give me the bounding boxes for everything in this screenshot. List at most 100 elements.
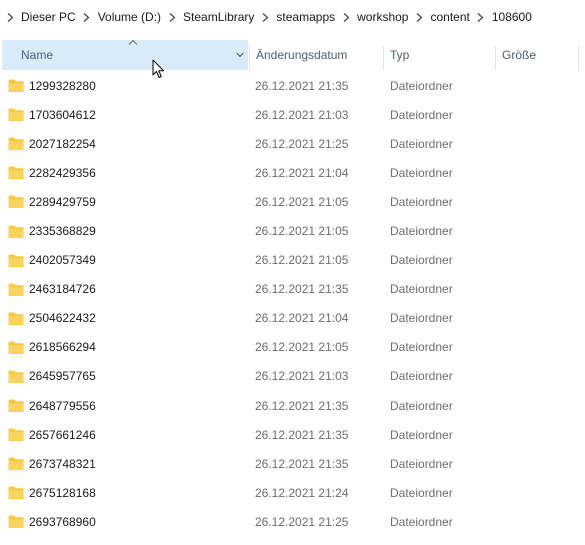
type-cell: Dateiordner (390, 311, 453, 326)
table-row[interactable]: 2645957765 26.12.2021 21:03 Dateiordner (0, 362, 585, 391)
file-name: 2463184726 (29, 282, 96, 297)
breadcrumb-item[interactable]: steamapps (273, 10, 338, 24)
type-cell: Dateiordner (390, 136, 453, 151)
chevron-right-icon[interactable] (2, 12, 18, 22)
date-cell: 26.12.2021 21:05 (255, 224, 349, 239)
date-cell: 26.12.2021 21:25 (255, 514, 349, 529)
type-cell: Dateiordner (390, 282, 453, 297)
table-row[interactable]: 1299328280 26.12.2021 21:35 Dateiordner (0, 71, 585, 100)
name-cell: 2673748321 (8, 457, 96, 471)
folder-icon (8, 225, 24, 238)
file-name: 2618566294 (29, 340, 96, 355)
file-name: 2027182254 (29, 136, 96, 151)
chevron-right-icon[interactable] (164, 12, 180, 22)
table-row[interactable]: 2657661246 26.12.2021 21:35 Dateiordner (0, 420, 585, 449)
folder-icon (8, 515, 24, 529)
table-row[interactable]: 2402057349 26.12.2021 21:05 Dateiordner (0, 246, 585, 275)
table-row[interactable]: 2693768960 26.12.2021 21:25 Dateiordner (0, 507, 585, 536)
column-header-date[interactable]: Änderungsdatum (250, 40, 380, 70)
type-cell: Dateiordner (390, 224, 453, 239)
folder-icon (8, 486, 24, 500)
type-cell: Dateiordner (390, 456, 453, 471)
table-row[interactable]: 2289429759 26.12.2021 21:05 Dateiordner (0, 187, 585, 216)
file-name: 2289429759 (29, 194, 96, 209)
type-cell: Dateiordner (390, 165, 453, 180)
chevron-right-icon[interactable] (411, 12, 427, 22)
type-cell: Dateiordner (390, 107, 453, 122)
date-cell: 26.12.2021 21:35 (255, 78, 349, 93)
breadcrumb-item[interactable]: content (427, 10, 472, 24)
file-name: 2675128168 (29, 485, 96, 500)
table-row[interactable]: 2648779556 26.12.2021 21:35 Dateiordner (0, 391, 585, 420)
breadcrumb-item-current[interactable]: 108600 (489, 10, 535, 24)
name-cell: 2657661246 (8, 428, 96, 442)
file-list: 1299328280 26.12.2021 21:35 Dateiordner … (0, 71, 585, 537)
folder-icon (8, 457, 24, 471)
chevron-right-icon[interactable] (473, 12, 489, 22)
file-name: 2645957765 (29, 369, 96, 384)
file-name: 2693768960 (29, 514, 96, 529)
breadcrumb: Dieser PC Volume (D:) SteamLibrary steam… (0, 0, 585, 34)
folder-icon (8, 428, 24, 442)
table-row[interactable]: 2675128168 26.12.2021 21:24 Dateiordner (0, 478, 585, 507)
table-row[interactable]: 2463184726 26.12.2021 21:35 Dateiordner (0, 275, 585, 304)
column-divider[interactable] (578, 46, 579, 70)
column-header-row: Name Änderungsdatum Typ Größe (0, 39, 585, 70)
folder-icon (8, 399, 24, 413)
type-cell: Dateiordner (390, 194, 453, 209)
column-header-size[interactable]: Größe (496, 40, 585, 70)
name-cell: 2027182254 (8, 137, 96, 151)
folder-icon (8, 370, 24, 383)
column-header-label: Änderungsdatum (256, 48, 348, 62)
file-name: 2402057349 (29, 253, 96, 268)
date-cell: 26.12.2021 21:35 (255, 456, 349, 471)
mouse-pointer-icon (152, 59, 164, 78)
name-cell: 2463184726 (8, 282, 96, 296)
table-row[interactable]: 2618566294 26.12.2021 21:05 Dateiordner (0, 333, 585, 362)
type-cell: Dateiordner (390, 485, 453, 500)
table-row[interactable]: 2335368829 26.12.2021 21:05 Dateiordner (0, 216, 585, 245)
table-row[interactable]: 1703604612 26.12.2021 21:03 Dateiordner (0, 100, 585, 129)
name-cell: 2645957765 (8, 369, 96, 383)
file-name: 1703604612 (29, 107, 96, 122)
folder-icon (8, 312, 24, 325)
name-cell: 2335368829 (8, 224, 96, 238)
chevron-down-icon[interactable] (236, 52, 244, 58)
date-cell: 26.12.2021 21:24 (255, 485, 349, 500)
column-header-label: Name (21, 48, 54, 62)
breadcrumb-item[interactable]: Volume (D:) (95, 10, 164, 24)
date-cell: 26.12.2021 21:05 (255, 194, 349, 209)
breadcrumb-item[interactable]: SteamLibrary (180, 10, 257, 24)
column-header-label: Größe (502, 48, 537, 62)
chevron-right-icon[interactable] (257, 12, 273, 22)
file-name: 2282429356 (29, 165, 96, 180)
file-name: 2648779556 (29, 398, 96, 413)
folder-icon (8, 79, 24, 93)
type-cell: Dateiordner (390, 340, 453, 355)
breadcrumb-item[interactable]: workshop (354, 10, 411, 24)
name-cell: 2282429356 (8, 166, 96, 180)
name-cell: 2618566294 (8, 340, 96, 354)
sort-ascending-icon (128, 39, 138, 45)
name-cell: 2402057349 (8, 253, 96, 267)
chevron-right-icon[interactable] (79, 12, 95, 22)
chevron-right-icon[interactable] (338, 12, 354, 22)
table-row[interactable]: 2673748321 26.12.2021 21:35 Dateiordner (0, 449, 585, 478)
column-header-name[interactable]: Name (2, 39, 248, 70)
column-header-label: Typ (390, 48, 410, 62)
folder-icon (8, 108, 24, 122)
column-header-type[interactable]: Typ (384, 40, 494, 70)
name-cell: 1703604612 (8, 108, 96, 122)
name-cell: 2675128168 (8, 486, 96, 500)
type-cell: Dateiordner (390, 398, 453, 413)
name-cell: 2289429759 (8, 195, 96, 209)
table-row[interactable]: 2504622432 26.12.2021 21:04 Dateiordner (0, 304, 585, 333)
folder-icon (8, 195, 24, 209)
table-row[interactable]: 2027182254 26.12.2021 21:25 Dateiordner (0, 129, 585, 158)
file-name: 1299328280 (29, 78, 96, 93)
folder-icon (8, 137, 24, 151)
table-row[interactable]: 2282429356 26.12.2021 21:04 Dateiordner (0, 158, 585, 187)
name-cell: 2693768960 (8, 515, 96, 529)
type-cell: Dateiordner (390, 78, 453, 93)
breadcrumb-item[interactable]: Dieser PC (18, 10, 79, 24)
